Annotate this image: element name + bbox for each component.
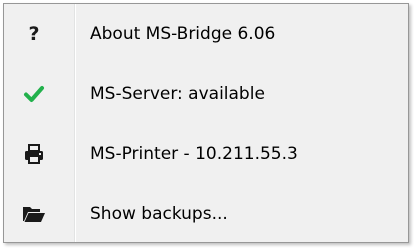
- menu-item-about-label: About MS-Bridge 6.06: [90, 24, 276, 44]
- menu-item-server-status[interactable]: MS-Server: available: [4, 64, 408, 124]
- menu-item-show-backups[interactable]: Show backups...: [4, 184, 408, 244]
- menu-item-printer[interactable]: MS-Printer - 10.211.55.3: [4, 124, 408, 184]
- menu-item-show-backups-label: Show backups...: [90, 204, 228, 224]
- question-icon: ?: [28, 23, 40, 45]
- checkmark-icon: [22, 82, 46, 106]
- printer-icon: [22, 142, 46, 166]
- context-menu: ? About MS-Bridge 6.06 MS-Server: availa…: [3, 3, 409, 243]
- menu-item-printer-label: MS-Printer - 10.211.55.3: [90, 144, 298, 164]
- menu-item-about[interactable]: ? About MS-Bridge 6.06: [4, 4, 408, 64]
- menu-item-server-status-label: MS-Server: available: [90, 84, 265, 104]
- folder-open-icon: [22, 202, 46, 226]
